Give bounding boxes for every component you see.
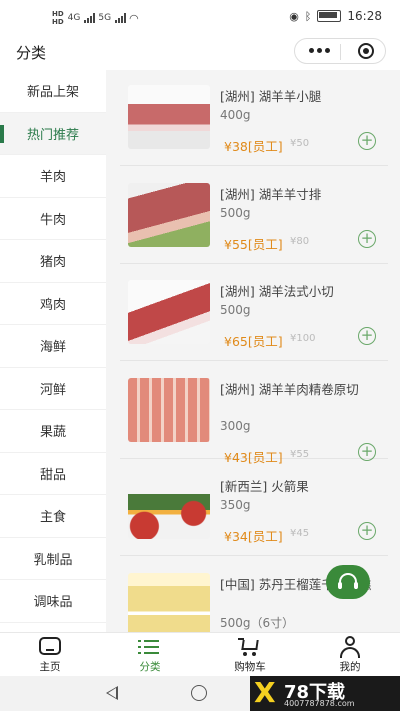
sidebar-item[interactable]: 羊肉 [0,155,106,198]
status-bar: HD HD 4G 5G ◠ ◉ ᛒ 16:28 [0,0,400,36]
page-title: 分类 [16,44,47,62]
product-name: [湖州] 湖羊羊小腿 [220,89,322,104]
sidebar-item[interactable]: 主食 [0,495,106,538]
watermark-url: 4007787878.com [284,699,355,708]
category-list-icon [138,639,160,655]
back-icon[interactable] [106,686,118,700]
tab-home[interactable]: 主页 [0,633,100,676]
sidebar-item[interactable]: 果蔬 [0,410,106,453]
tab-label: 购物车 [234,661,266,673]
sidebar-item[interactable]: 海鲜 [0,325,106,368]
lamb-chop-image [128,182,210,247]
add-to-cart-icon[interactable]: + [358,442,376,461]
durian-cake-image [128,572,210,632]
signal-indicators: HD HD 4G 5G ◠ [52,10,139,26]
sidebar-item[interactable]: 调味品 [0,580,106,623]
signal-icon-2 [115,13,127,23]
sidebar-item[interactable]: 乳制品 [0,538,106,580]
network-label-1: 4G [67,13,81,23]
tab-label: 我的 [339,661,361,673]
signal-icon [84,13,96,23]
system-home-icon[interactable] [191,685,207,701]
sidebar-item[interactable]: 河鲜 [0,368,106,410]
product-spec: 350g [220,498,251,512]
product-spec: 300g [220,418,251,433]
product-name: [湖州] 湖羊羊寸排 [220,186,322,202]
close-target-icon[interactable] [358,43,374,59]
lamb-shank-image [128,85,210,149]
site-watermark: X 78下载 4007787878.com [250,676,400,711]
sidebar-item[interactable]: 新品上架 [0,70,106,113]
eye-icon: ◉ [289,9,299,23]
product-price: ¥34[员工] [224,529,283,544]
category-sidebar: 新品上架 热门推荐 羊肉 牛肉 猪肉 鸡肉 海鲜 河鲜 果蔬 甜品 主食 乳制品 调味品 [0,70,106,632]
add-to-cart-icon[interactable]: + [358,522,376,540]
sidebar-item[interactable]: 热门推荐 [0,112,106,155]
product-spec: 500g（6寸） [220,615,295,630]
product-original-price: ¥50 [290,138,310,149]
sidebar-item[interactable]: 牛肉 [0,198,106,240]
product-spec: 500g [220,303,251,317]
cart-icon [238,637,260,657]
lamb-rack-image [128,280,210,344]
product-price: ¥38[员工] [224,139,283,154]
nav-bar: 分类 [0,36,400,70]
sidebar-item[interactable]: 猪肉 [0,240,106,283]
product-list: [湖州] 湖羊羊小腿 400g ¥38[员工] ¥50 + [湖州] 湖羊羊寸排 500g ¥… [106,70,400,632]
add-to-cart-icon[interactable]: + [358,132,376,150]
battery-icon [317,10,342,22]
add-to-cart-icon[interactable]: + [358,229,376,248]
watermark-mark: X [254,676,276,709]
product-original-price: ¥45 [290,528,310,539]
sidebar-item[interactable]: 鸡肉 [0,283,106,325]
clock: 16:28 [347,9,382,23]
product-name: [新西兰] 火箭果 [220,479,309,494]
product-price: ¥55[员工] [224,236,283,252]
product-name: [湖州] 湖羊羊肉精卷原切 [220,381,359,397]
product-name: [湖州] 湖羊法式小切 [220,284,334,299]
product-card[interactable]: [湖州] 湖羊羊小腿 400g ¥38[员工] ¥50 + [120,70,388,166]
customer-service-button[interactable] [326,565,370,599]
lamb-roll-image [128,377,210,442]
product-card[interactable]: [湖州] 湖羊羊寸排 500g ¥55[员工] ¥80 + [120,168,388,264]
miniprogram-capsule [294,38,386,64]
sidebar-item[interactable]: 甜品 [0,453,106,495]
tab-label: 分类 [139,661,161,673]
product-card[interactable]: [湖州] 湖羊法式小切 500g ¥65[员工] ¥100 + [120,265,388,361]
tab-cart[interactable]: 购物车 [200,633,300,676]
network-label-2: 5G [98,13,112,23]
product-spec: 400g [220,108,251,122]
more-icon[interactable] [309,48,330,53]
product-original-price: ¥80 [290,235,310,247]
product-card[interactable]: [新西兰] 火箭果 350g ¥34[员工] ¥45 + [120,460,388,556]
rocket-apple-image [128,475,210,539]
headset-icon [338,573,358,589]
user-icon [339,636,361,658]
tab-category[interactable]: 分类 [100,633,200,676]
product-price: ¥65[员工] [224,334,283,349]
add-to-cart-icon[interactable]: + [358,327,376,345]
product-spec: 500g [220,205,251,220]
tab-mine[interactable]: 我的 [300,633,400,676]
tab-bar: 主页 分类 购物车 我的 [0,632,400,676]
home-icon [39,637,61,655]
tab-label: 主页 [39,661,61,673]
bluetooth-icon: ᛒ [304,9,312,23]
wifi-icon: ◠ [129,11,139,25]
product-card[interactable]: [湖州] 湖羊羊肉精卷原切 300g ¥43[员工] ¥55 + [120,363,388,465]
product-original-price: ¥55 [290,448,310,460]
product-original-price: ¥100 [290,333,316,344]
